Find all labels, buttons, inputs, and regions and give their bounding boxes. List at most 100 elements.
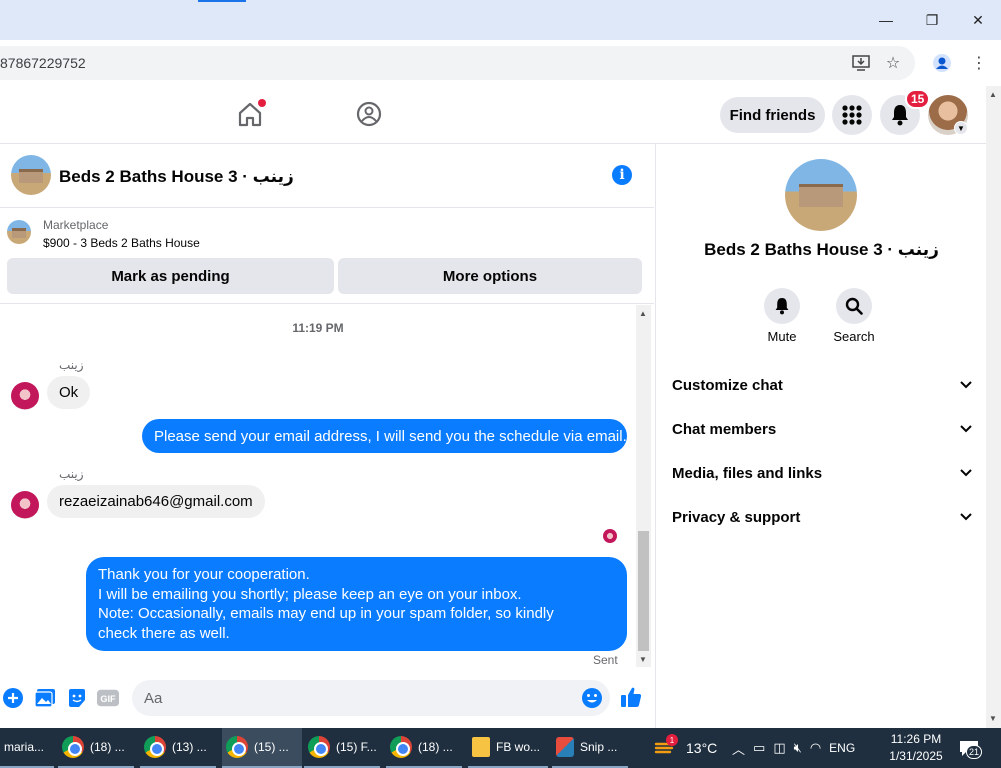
taskbar-item[interactable]: (18) ... [386, 728, 462, 768]
groups-icon[interactable] [354, 99, 384, 129]
scroll-thumb[interactable] [638, 531, 649, 651]
taskbar-item[interactable]: (13) ... [140, 728, 216, 768]
battery-icon[interactable]: ▭ [753, 740, 765, 756]
more-options-button[interactable]: More options [338, 258, 642, 294]
emoji-icon[interactable] [581, 687, 603, 709]
search-button[interactable]: Search [824, 288, 884, 344]
browser-menu-icon[interactable]: ⋮ [969, 53, 989, 73]
section-label: Customize chat [672, 376, 783, 394]
volume-muted-icon[interactable]: 🔇︎ [794, 740, 802, 756]
taskbar-item-label: (18) ... [90, 740, 125, 754]
chat-members-section[interactable]: Chat members [672, 414, 972, 444]
taskbar-item[interactable]: (18) ... [58, 728, 134, 768]
menu-grid-button[interactable] [832, 95, 872, 135]
scroll-down-icon[interactable]: ▼ [989, 714, 997, 723]
notification-center-count: 21 [966, 745, 982, 759]
privacy-support-section[interactable]: Privacy & support [672, 502, 972, 532]
message-scrollbar[interactable]: ▲ ▼ [636, 305, 651, 667]
weather-icon: 1 [654, 734, 678, 758]
wifi-icon[interactable]: ◠ [810, 740, 821, 756]
sender-name: زينب [59, 467, 84, 481]
taskbar-item-label: (15) F... [336, 740, 377, 754]
taskbar-item[interactable]: (15) ... [222, 728, 302, 768]
install-app-icon[interactable] [851, 53, 871, 73]
photo-icon[interactable] [34, 687, 56, 709]
listing-thumbnail[interactable] [7, 220, 31, 244]
message-list: 11:19 PM زينب Ok Please send your email … [0, 305, 636, 667]
marketplace-item-title[interactable]: $900 - 3 Beds 2 Baths House [43, 236, 200, 250]
message-input-wrapper [132, 680, 610, 716]
outgoing-message[interactable]: Thank you for your cooperation. I will b… [86, 557, 627, 651]
address-bar[interactable]: 87867229752 [0, 46, 915, 80]
scroll-up-icon[interactable]: ▲ [639, 309, 647, 318]
active-tab-indicator[interactable] [198, 0, 246, 2]
close-window-button[interactable]: ✕ [966, 8, 990, 32]
chevron-up-icon[interactable]: ︿ [732, 739, 745, 758]
facebook-top-nav: Find friends [0, 86, 986, 144]
chevron-down-icon [960, 422, 972, 436]
listing-profile-photo[interactable] [785, 159, 857, 231]
system-tray: ︿ ▭ ◫ 🔇︎ ◠ ENG [732, 728, 855, 768]
search-label: Search [833, 329, 875, 344]
listing-avatar[interactable] [11, 155, 51, 195]
taskbar-item-label: (15) ... [254, 740, 289, 754]
message-line: Thank you for your cooperation. [98, 566, 310, 583]
media-files-links-section[interactable]: Media, files and links [672, 458, 972, 488]
temperature: 13°C [686, 740, 718, 756]
incoming-message[interactable]: Ok [47, 376, 91, 409]
sender-avatar[interactable] [11, 491, 39, 519]
message-composer: GIF [0, 674, 654, 722]
sender-avatar[interactable] [11, 382, 39, 410]
folder-icon [472, 737, 490, 757]
plus-icon[interactable] [2, 687, 24, 709]
mute-label: Mute [767, 329, 797, 344]
search-icon [836, 288, 872, 324]
find-friends-button[interactable]: Find friends [720, 97, 825, 133]
message-line: Note: Occasionally, emails may end up in… [98, 605, 554, 622]
chrome-icon [390, 736, 412, 758]
chevron-down-icon[interactable]: ▼ [954, 121, 968, 135]
language-indicator[interactable]: ENG [829, 741, 855, 755]
scroll-down-icon[interactable]: ▼ [639, 655, 647, 664]
url-text[interactable]: 87867229752 [0, 55, 86, 71]
info-icon[interactable]: i [612, 165, 632, 185]
taskbar-item[interactable]: (15) F... [304, 728, 380, 768]
message-line: I will be emailing you shortly; please k… [98, 585, 522, 603]
like-icon[interactable] [620, 686, 642, 708]
chevron-down-icon [960, 378, 972, 392]
taskbar-item[interactable]: maria... [0, 728, 54, 768]
notification-center-button[interactable]: 21 [958, 728, 982, 768]
chevron-down-icon [960, 466, 972, 480]
weather-widget[interactable]: 1 13°C [654, 728, 717, 768]
clock-date: 1/31/2025 [889, 749, 943, 763]
profile-icon[interactable] [932, 53, 952, 73]
browser-title-bar: — ❐ ✕ [0, 0, 1001, 40]
taskbar-item-label: (18) ... [418, 740, 453, 754]
restore-button[interactable]: ❐ [920, 8, 944, 32]
minimize-button[interactable]: — [874, 8, 898, 32]
chat-title[interactable]: Beds 2 Baths House 3 · زينب [59, 167, 294, 187]
camera-icon[interactable]: ◫ [773, 740, 785, 756]
system-clock[interactable]: 11:26 PM 1/31/2025 [886, 731, 946, 765]
message-input[interactable] [144, 680, 564, 716]
gif-icon[interactable]: GIF [97, 687, 119, 709]
page-scrollbar[interactable]: ▲ ▼ [986, 86, 1001, 728]
sticker-icon[interactable] [66, 687, 88, 709]
mute-button[interactable]: Mute [752, 288, 812, 344]
message-timestamp: 11:19 PM [292, 321, 344, 335]
bookmark-star-icon[interactable]: ☆ [883, 53, 903, 73]
section-label: Chat members [672, 420, 777, 438]
taskbar-item[interactable]: FB wo... [468, 728, 548, 768]
clock-time: 11:26 PM [890, 732, 942, 746]
chevron-down-icon [960, 510, 972, 524]
mark-as-pending-button[interactable]: Mark as pending [7, 258, 334, 294]
customize-chat-section[interactable]: Customize chat [672, 370, 972, 400]
marketplace-label: Marketplace [43, 218, 109, 232]
chrome-icon [62, 736, 84, 758]
svg-text:GIF: GIF [100, 694, 116, 704]
outgoing-message[interactable]: Please send your email address, I will s… [142, 419, 627, 453]
scroll-up-icon[interactable]: ▲ [989, 90, 997, 99]
taskbar-item[interactable]: Snip ... [552, 728, 628, 768]
incoming-message[interactable]: rezaeizainab646@gmail.com [47, 485, 265, 518]
taskbar-item-label: Snip ... [580, 740, 618, 754]
